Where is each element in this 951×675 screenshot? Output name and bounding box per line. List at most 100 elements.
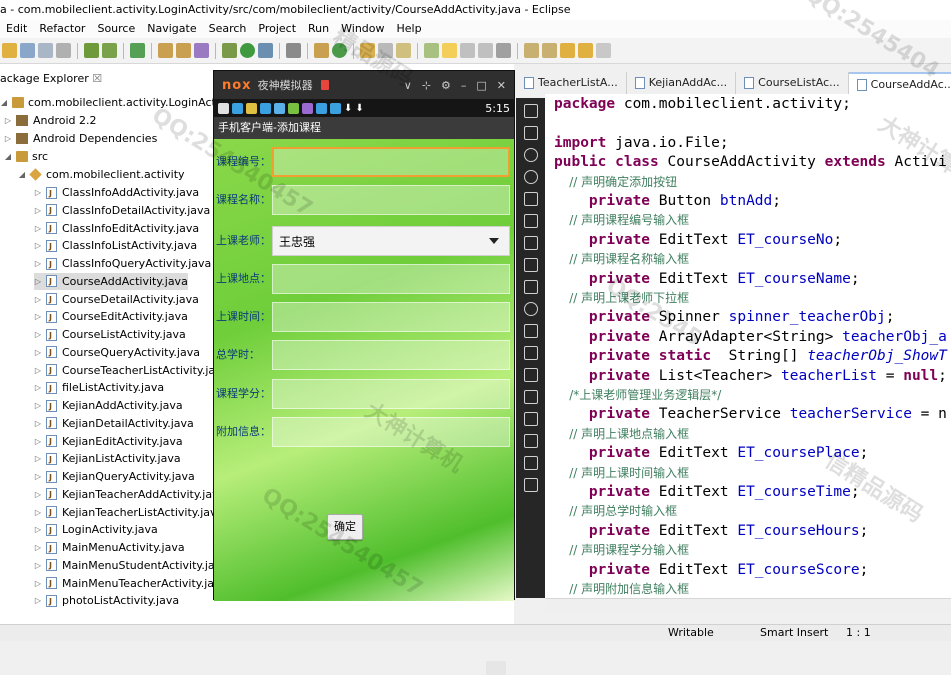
tree-item-file[interactable]: ▷ MainMenuStudentActivity.java: [34, 557, 228, 574]
tree-item-deps[interactable]: ▷ Android Dependencies: [4, 130, 157, 147]
text-input[interactable]: [272, 379, 510, 409]
apk-install-icon[interactable]: [523, 280, 538, 294]
tree-item-file[interactable]: ▷ CourseQueryActivity.java: [34, 344, 200, 361]
new-android-xml-icon[interactable]: [194, 43, 209, 58]
tree-item-src[interactable]: ◢ src: [4, 148, 48, 165]
collapsed-arrow-icon[interactable]: ▷: [34, 344, 42, 361]
tree-item-file[interactable]: ▷ fileListActivity.java: [34, 379, 164, 397]
collapsed-arrow-icon[interactable]: ▷: [34, 273, 42, 290]
collapsed-arrow-icon[interactable]: ▷: [34, 557, 42, 574]
tree-item-file[interactable]: ▷ KejianDetailActivity.java: [34, 415, 194, 432]
keymap-icon[interactable]: [523, 412, 538, 426]
collapsed-arrow-icon[interactable]: ▷: [34, 468, 42, 485]
avd-manager-icon[interactable]: [102, 43, 117, 58]
new-java-package-icon[interactable]: [314, 43, 329, 58]
volume-up-icon[interactable]: [523, 236, 538, 250]
menu-run[interactable]: Run: [302, 20, 335, 38]
new-project-icon[interactable]: [158, 43, 173, 58]
tree-item-file[interactable]: ▷ CourseListActivity.java: [34, 326, 186, 344]
package-explorer-tab[interactable]: ackage Explorer ☒: [0, 69, 102, 89]
tree-item-file[interactable]: ▷ ClassInfoAddActivity.java: [34, 184, 199, 202]
fullscreen-icon[interactable]: [523, 214, 538, 228]
collapsed-arrow-icon[interactable]: ▷: [4, 130, 12, 147]
screenshot-icon[interactable]: [523, 126, 538, 140]
loading-icon[interactable]: [523, 302, 538, 316]
menu-refactor[interactable]: Refactor: [33, 20, 91, 38]
record-icon[interactable]: [320, 80, 329, 90]
text-input[interactable]: [272, 417, 510, 447]
block-selection-icon[interactable]: [460, 43, 475, 58]
menu-source[interactable]: Source: [91, 20, 141, 38]
text-input[interactable]: [272, 302, 510, 332]
collapsed-arrow-icon[interactable]: ▷: [34, 433, 42, 450]
tree-item-package[interactable]: ◢ com.mobileclient.activity: [18, 166, 185, 183]
tree-item-file[interactable]: ▷ CourseTeacherListActivity.java: [34, 362, 229, 379]
tree-item-file[interactable]: ▷ KejianEditActivity.java: [34, 433, 183, 450]
collapsed-arrow-icon[interactable]: ▷: [34, 592, 42, 609]
collapsed-arrow-icon[interactable]: ▷: [34, 379, 42, 396]
android-sdk-icon[interactable]: [84, 43, 99, 58]
tree-item-file[interactable]: ▷ ClassInfoEditActivity.java: [34, 220, 199, 237]
tree-item-file[interactable]: ▷ MainMenuActivity.java: [34, 539, 185, 557]
expand-icon[interactable]: ◢: [4, 148, 12, 165]
tree-item-file[interactable]: ▷ ClassInfoQueryActivity.java: [34, 255, 211, 273]
keyboard-icon[interactable]: [523, 192, 538, 206]
lint-icon[interactable]: [130, 43, 145, 58]
forward-icon[interactable]: [578, 43, 593, 58]
tab-teacher-list[interactable]: TeacherListA...: [516, 72, 627, 94]
collapsed-arrow-icon[interactable]: ▷: [34, 397, 42, 414]
new-class-icon[interactable]: [176, 43, 191, 58]
volume-down-icon[interactable]: [523, 258, 538, 272]
code-editor[interactable]: package com.mobileclient.activity; import…: [545, 94, 951, 598]
tree-item-file[interactable]: ▷ CourseAddActivity.java: [34, 272, 188, 290]
collapsed-arrow-icon[interactable]: ▷: [34, 362, 42, 379]
mark-occurrences-icon[interactable]: [424, 43, 439, 58]
collapsed-arrow-icon[interactable]: ▷: [34, 308, 42, 325]
run-icon[interactable]: [240, 43, 255, 58]
gear-icon[interactable]: ⚙: [441, 79, 451, 92]
horizontal-scrollbar[interactable]: [545, 598, 951, 613]
toggle-highlight-icon[interactable]: [442, 43, 457, 58]
collapsed-arrow-icon[interactable]: ▷: [34, 575, 42, 592]
tree-item-file[interactable]: ▷ photoListActivity.java: [34, 592, 179, 610]
home-icon[interactable]: [523, 456, 538, 470]
dropdown-icon[interactable]: ∨: [404, 79, 412, 92]
save-icon[interactable]: [20, 43, 35, 58]
macro-icon[interactable]: [523, 324, 538, 338]
collapsed-arrow-icon[interactable]: ▷: [34, 326, 42, 343]
collapsed-arrow-icon[interactable]: ▷: [34, 291, 42, 308]
save-all-icon[interactable]: [38, 43, 53, 58]
collapsed-arrow-icon[interactable]: ▷: [34, 504, 42, 521]
confirm-button[interactable]: 确定: [327, 514, 363, 540]
collapsed-arrow-icon[interactable]: ▷: [34, 521, 42, 538]
tree-item-file[interactable]: ▷ LoginActivity.java: [34, 521, 158, 539]
scissors-icon[interactable]: [523, 148, 538, 162]
tree-item-file[interactable]: ▷ KejianTeacherListActivity.java: [34, 504, 223, 521]
external-tools-icon[interactable]: [258, 43, 273, 58]
recent-apps-icon[interactable]: [523, 478, 538, 492]
close-icon[interactable]: ☒: [92, 72, 102, 85]
search-icon[interactable]: [378, 43, 393, 58]
tree-item-file[interactable]: ▷ ClassInfoDetailActivity.java: [34, 202, 210, 219]
prev-annotation-icon[interactable]: [542, 43, 557, 58]
tree-item-file[interactable]: ▷ ClassInfoListActivity.java: [34, 237, 197, 255]
new-icon[interactable]: [2, 43, 17, 58]
tab-kejian-add[interactable]: KejianAddAc...: [627, 72, 737, 94]
tree-item-file[interactable]: ▷ KejianAddActivity.java: [34, 397, 183, 415]
back-icon[interactable]: [560, 43, 575, 58]
menu-window[interactable]: Window: [335, 20, 390, 38]
print-icon[interactable]: [56, 43, 71, 58]
tree-item-file[interactable]: ▷ CourseDetailActivity.java: [34, 291, 199, 308]
minimize-icon[interactable]: –: [461, 79, 467, 92]
menu-help[interactable]: Help: [391, 20, 428, 38]
recorder-icon[interactable]: [523, 346, 538, 360]
maximize-icon[interactable]: □: [476, 79, 486, 92]
collapsed-arrow-icon[interactable]: ▷: [4, 112, 12, 129]
multi-instance-icon[interactable]: [523, 368, 538, 382]
tab-course-add[interactable]: CourseAddAc...: [848, 72, 951, 96]
tab-course-list[interactable]: CourseListAc...: [736, 72, 849, 94]
collapsed-arrow-icon[interactable]: ▷: [34, 415, 42, 432]
tree-item-file[interactable]: ▷ MainMenuTeacherActivity.java: [34, 575, 227, 592]
tree-item-file[interactable]: ▷ KejianTeacherAddActivity.java: [34, 486, 225, 503]
collapsed-arrow-icon[interactable]: ▷: [34, 539, 42, 556]
